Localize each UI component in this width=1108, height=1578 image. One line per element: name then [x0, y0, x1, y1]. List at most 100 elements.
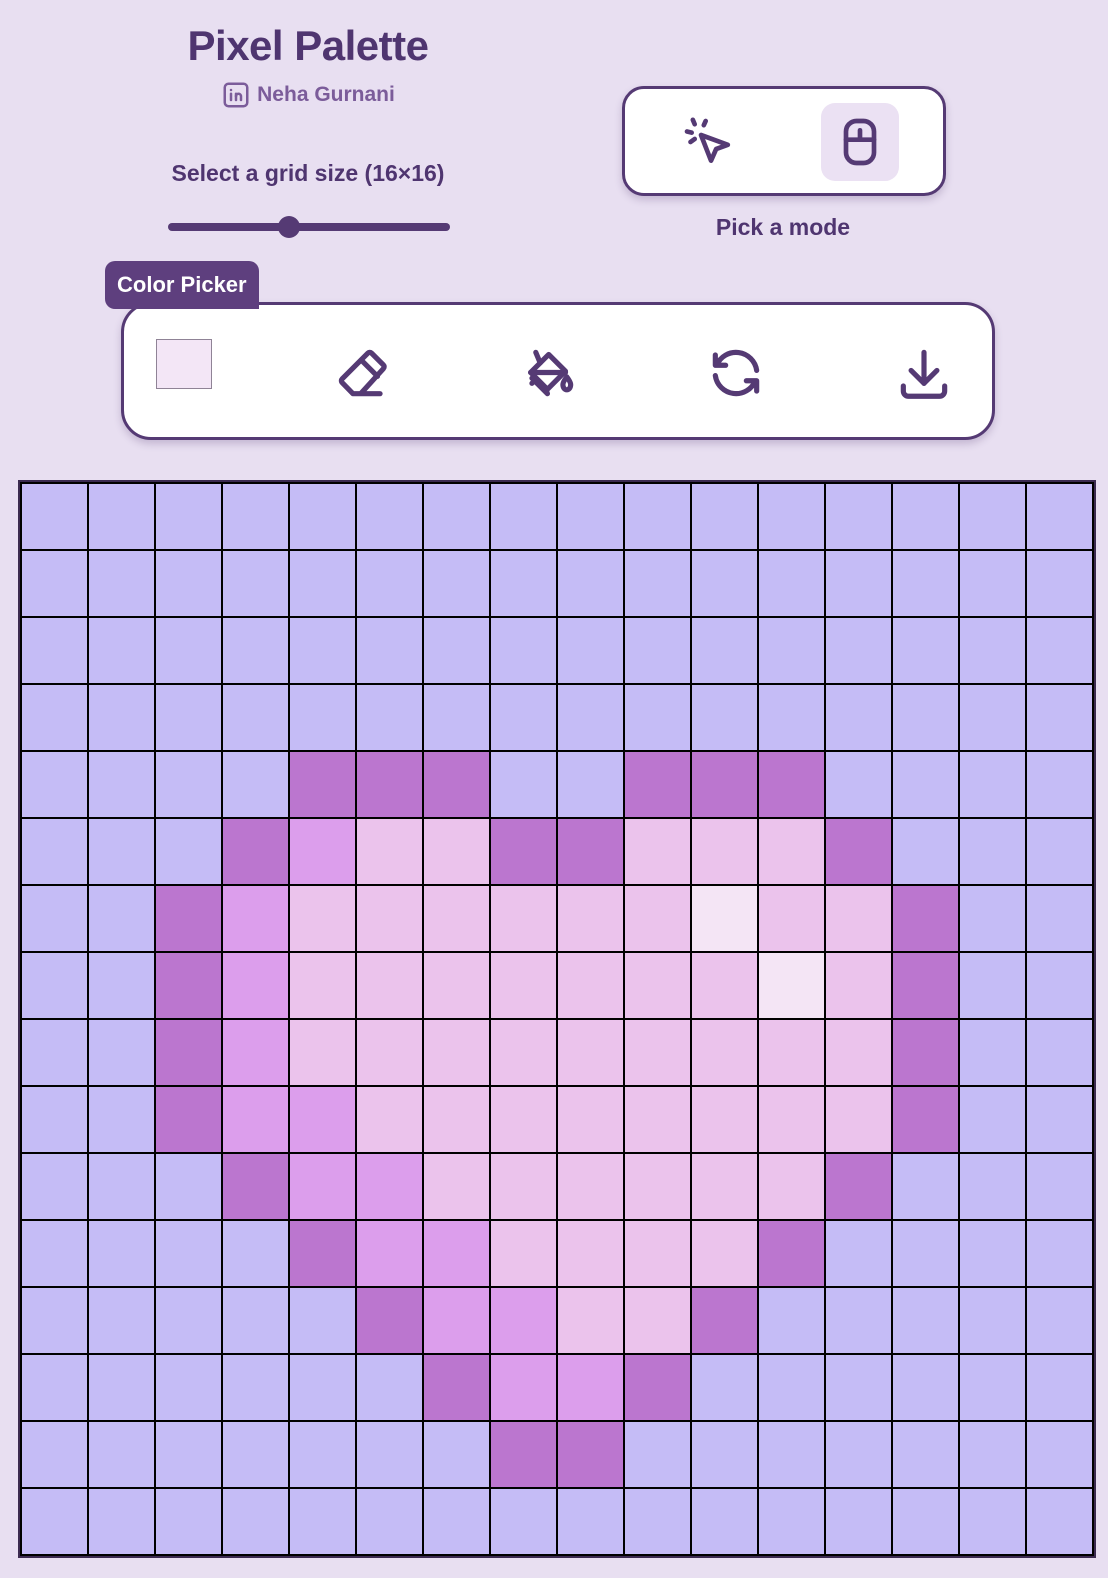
pixel-cell[interactable]: [558, 1288, 623, 1353]
pixel-cell[interactable]: [156, 1154, 221, 1219]
pixel-cell[interactable]: [1027, 1087, 1092, 1152]
pixel-cell[interactable]: [357, 484, 422, 549]
pixel-cell[interactable]: [960, 1422, 1025, 1487]
pixel-cell[interactable]: [290, 1355, 355, 1420]
pixel-cell[interactable]: [424, 953, 489, 1018]
pixel-cell[interactable]: [558, 551, 623, 616]
pixel-cell[interactable]: [625, 484, 690, 549]
pixel-cell[interactable]: [893, 953, 958, 1018]
pixel-canvas[interactable]: [18, 480, 1096, 1558]
pixel-cell[interactable]: [424, 618, 489, 683]
pixel-cell[interactable]: [22, 1221, 87, 1286]
pixel-cell[interactable]: [357, 1422, 422, 1487]
pixel-cell[interactable]: [290, 484, 355, 549]
pixel-cell[interactable]: [759, 1422, 824, 1487]
pixel-cell[interactable]: [826, 1087, 891, 1152]
fill-button[interactable]: [518, 341, 582, 405]
pixel-cell[interactable]: [223, 551, 288, 616]
pixel-cell[interactable]: [491, 752, 556, 817]
pixel-cell[interactable]: [893, 1020, 958, 1085]
pixel-cell[interactable]: [692, 484, 757, 549]
pixel-cell[interactable]: [424, 685, 489, 750]
pixel-cell[interactable]: [156, 1020, 221, 1085]
pixel-cell[interactable]: [692, 1221, 757, 1286]
pixel-cell[interactable]: [960, 819, 1025, 884]
pixel-cell[interactable]: [893, 1355, 958, 1420]
pixel-cell[interactable]: [357, 685, 422, 750]
pixel-cell[interactable]: [826, 886, 891, 951]
pixel-cell[interactable]: [692, 1288, 757, 1353]
pixel-cell[interactable]: [558, 1489, 623, 1554]
pixel-cell[interactable]: [89, 551, 154, 616]
eraser-button[interactable]: [330, 341, 394, 405]
pixel-cell[interactable]: [960, 1087, 1025, 1152]
pixel-cell[interactable]: [156, 551, 221, 616]
pixel-cell[interactable]: [22, 1489, 87, 1554]
pixel-cell[interactable]: [223, 1221, 288, 1286]
pixel-cell[interactable]: [89, 1422, 154, 1487]
pixel-cell[interactable]: [290, 1087, 355, 1152]
pixel-cell[interactable]: [290, 886, 355, 951]
pixel-cell[interactable]: [692, 618, 757, 683]
pixel-cell[interactable]: [1027, 1221, 1092, 1286]
pixel-cell[interactable]: [357, 1087, 422, 1152]
pixel-cell[interactable]: [491, 618, 556, 683]
pixel-cell[interactable]: [491, 819, 556, 884]
pixel-cell[interactable]: [491, 1087, 556, 1152]
pixel-cell[interactable]: [960, 484, 1025, 549]
pixel-cell[interactable]: [223, 752, 288, 817]
pixel-cell[interactable]: [960, 953, 1025, 1018]
pixel-cell[interactable]: [290, 551, 355, 616]
pixel-cell[interactable]: [223, 484, 288, 549]
pixel-cell[interactable]: [759, 551, 824, 616]
pixel-cell[interactable]: [290, 953, 355, 1018]
pixel-cell[interactable]: [558, 1020, 623, 1085]
hover-mode-button[interactable]: [821, 103, 899, 181]
pixel-cell[interactable]: [692, 886, 757, 951]
pixel-cell[interactable]: [692, 1087, 757, 1152]
pixel-cell[interactable]: [22, 1288, 87, 1353]
pixel-cell[interactable]: [491, 551, 556, 616]
pixel-cell[interactable]: [558, 685, 623, 750]
pixel-cell[interactable]: [1027, 1020, 1092, 1085]
pixel-cell[interactable]: [223, 953, 288, 1018]
pixel-cell[interactable]: [424, 1422, 489, 1487]
pixel-cell[interactable]: [1027, 1154, 1092, 1219]
pixel-cell[interactable]: [22, 685, 87, 750]
pixel-cell[interactable]: [89, 819, 154, 884]
pixel-cell[interactable]: [960, 685, 1025, 750]
pixel-cell[interactable]: [759, 1288, 824, 1353]
pixel-cell[interactable]: [357, 1489, 422, 1554]
pixel-cell[interactable]: [290, 1221, 355, 1286]
pixel-cell[interactable]: [89, 752, 154, 817]
pixel-cell[interactable]: [558, 886, 623, 951]
pixel-cell[interactable]: [893, 618, 958, 683]
pixel-cell[interactable]: [290, 1489, 355, 1554]
pixel-cell[interactable]: [893, 886, 958, 951]
pixel-cell[interactable]: [156, 1422, 221, 1487]
pixel-cell[interactable]: [558, 819, 623, 884]
pixel-cell[interactable]: [223, 685, 288, 750]
pixel-cell[interactable]: [826, 1020, 891, 1085]
pixel-cell[interactable]: [156, 1355, 221, 1420]
pixel-cell[interactable]: [357, 752, 422, 817]
pixel-cell[interactable]: [558, 953, 623, 1018]
pixel-cell[interactable]: [89, 484, 154, 549]
pixel-cell[interactable]: [22, 484, 87, 549]
pixel-cell[interactable]: [893, 1221, 958, 1286]
pixel-cell[interactable]: [223, 886, 288, 951]
pixel-cell[interactable]: [1027, 953, 1092, 1018]
pixel-cell[interactable]: [424, 886, 489, 951]
pixel-cell[interactable]: [759, 1154, 824, 1219]
pixel-cell[interactable]: [491, 1154, 556, 1219]
pixel-cell[interactable]: [759, 1355, 824, 1420]
pixel-cell[interactable]: [625, 551, 690, 616]
reset-button[interactable]: [704, 341, 768, 405]
pixel-cell[interactable]: [156, 752, 221, 817]
pixel-cell[interactable]: [290, 752, 355, 817]
pixel-cell[interactable]: [491, 886, 556, 951]
pixel-cell[interactable]: [156, 886, 221, 951]
pixel-cell[interactable]: [290, 1288, 355, 1353]
pixel-cell[interactable]: [893, 1154, 958, 1219]
pixel-cell[interactable]: [759, 618, 824, 683]
